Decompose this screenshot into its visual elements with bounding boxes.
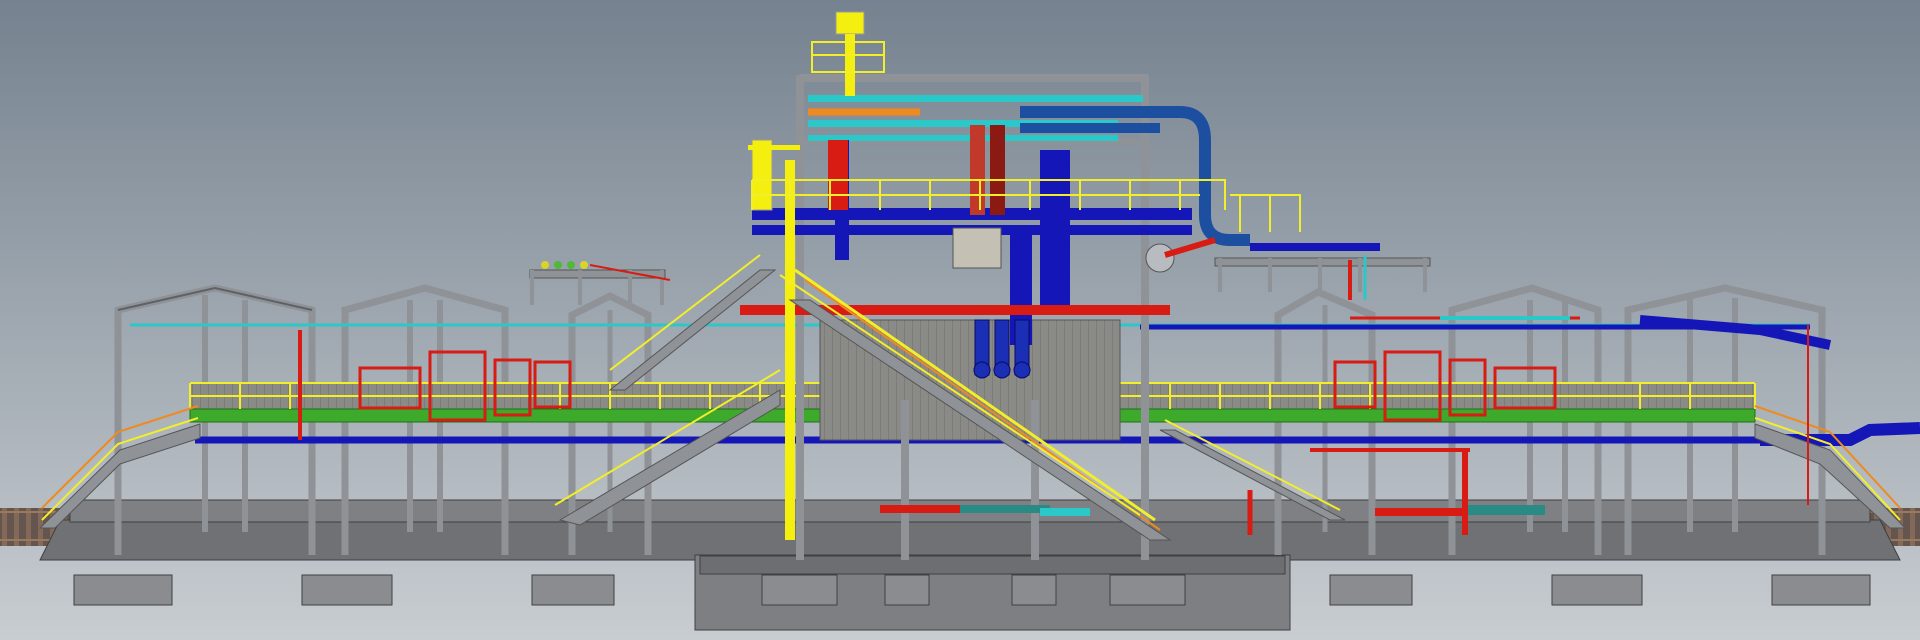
plant-3d-model xyxy=(0,0,1920,640)
exhaust-stack xyxy=(835,11,865,35)
model-viewport[interactable] xyxy=(0,0,1920,640)
